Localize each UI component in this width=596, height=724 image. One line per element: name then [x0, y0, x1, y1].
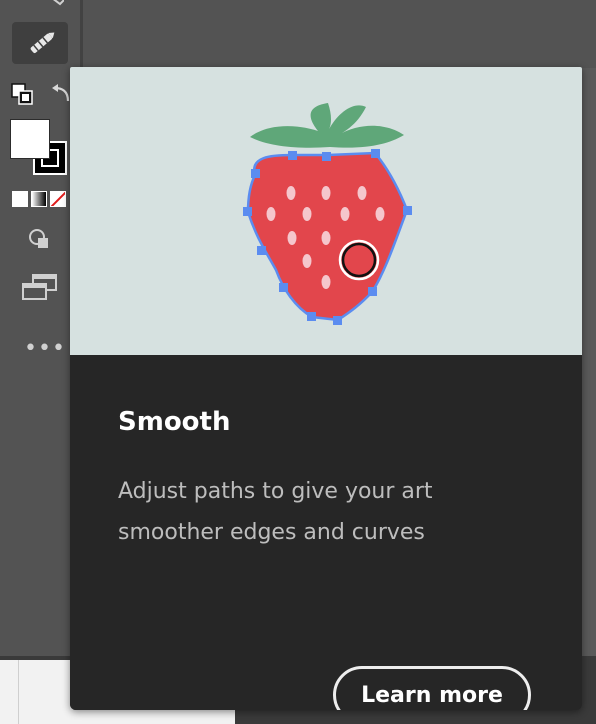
tool-tip-content: Smooth Adjust paths to give your art smo…	[70, 355, 582, 710]
draw-mode-icon[interactable]	[28, 228, 52, 250]
tools-panel: •••	[0, 0, 81, 656]
screen-mode-icon[interactable]	[21, 273, 59, 301]
none-mode-button[interactable]	[50, 191, 66, 207]
color-mode-button[interactable]	[12, 191, 28, 207]
tool-tip-description: Adjust paths to give your art smoother e…	[118, 479, 433, 545]
tool-icon-partial[interactable]	[30, 0, 64, 6]
tool-preview-illustration	[70, 67, 582, 355]
smooth-tool-icon	[30, 32, 55, 53]
color-mode-group	[12, 191, 66, 207]
smooth-tool-button[interactable]	[12, 22, 68, 64]
more-tools-button[interactable]: •••	[24, 338, 66, 360]
artboard-guide	[18, 660, 19, 724]
document-area-edge	[582, 68, 596, 656]
leaf-icon	[250, 103, 404, 148]
tool-tip-title: Smooth	[118, 407, 231, 437]
strawberry-illustration	[243, 103, 412, 325]
fill-swatch[interactable]	[10, 119, 50, 159]
gradient-mode-button[interactable]	[31, 191, 47, 207]
tool-tip-popup: Smooth Adjust paths to give your art smo…	[70, 67, 582, 710]
swap-fill-stroke-icon[interactable]	[50, 83, 72, 105]
default-fill-stroke-icon[interactable]	[11, 83, 35, 105]
learn-more-button[interactable]: Learn more	[333, 666, 531, 710]
